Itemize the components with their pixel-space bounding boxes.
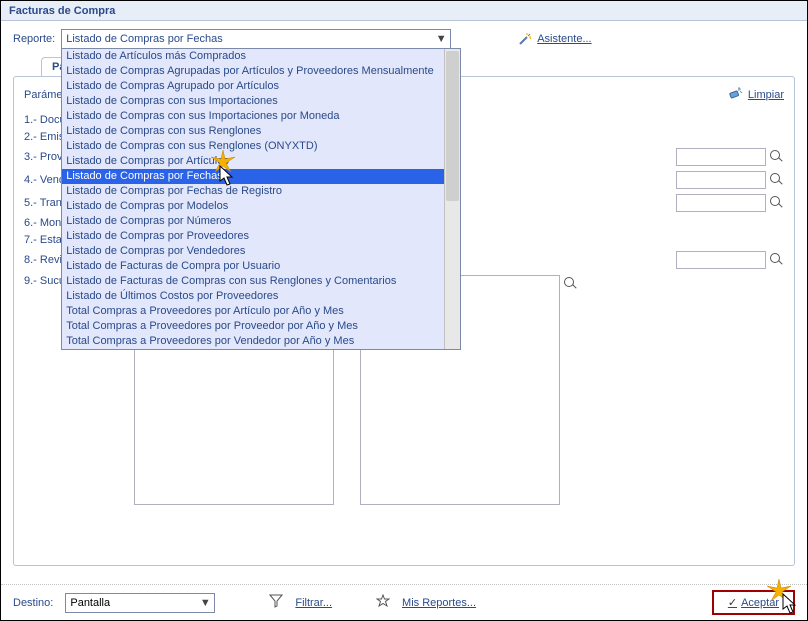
asistente-link[interactable]: Asistente... [537, 33, 591, 45]
dropdown-option[interactable]: Listado de Artículos más Comprados [62, 49, 444, 64]
bottom-toolbar: Destino: Pantalla ▼ Filtrar... Mis Repor… [1, 584, 807, 620]
funnel-icon [269, 594, 283, 611]
param-input-5[interactable] [676, 194, 766, 212]
dropdown-option[interactable]: Listado de Compras por Números [62, 214, 444, 229]
reporte-label: Reporte: [13, 33, 55, 45]
search-icon[interactable] [770, 173, 784, 187]
cursor-icon [219, 165, 237, 187]
param-input-8[interactable] [676, 251, 766, 269]
reporte-dropdown: Listado de Artículos más CompradosListad… [61, 48, 461, 350]
search-icon[interactable] [770, 196, 784, 210]
dropdown-option[interactable]: Listado de Facturas de Compra por Usuari… [62, 259, 444, 274]
cursor-icon [782, 593, 800, 615]
scrollbar[interactable] [444, 49, 460, 349]
dropdown-option[interactable]: Listado de Facturas de Compras con sus R… [62, 274, 444, 289]
filtrar-link[interactable]: Filtrar... [295, 597, 332, 609]
mis-reportes-link[interactable]: Mis Reportes... [402, 597, 476, 609]
dropdown-option[interactable]: Listado de Compras con sus Renglones (ON… [62, 139, 444, 154]
window-title: Facturas de Compra [1, 1, 807, 21]
wizard-icon [517, 31, 533, 47]
dropdown-option[interactable]: Listado de Últimos Costos por Proveedore… [62, 289, 444, 304]
param-input-4[interactable] [676, 171, 766, 189]
dropdown-option[interactable]: Listado de Compras por Proveedores [62, 229, 444, 244]
destino-select[interactable]: Pantalla ▼ [65, 593, 215, 613]
params-header-label: Parámet [24, 89, 66, 101]
dropdown-option[interactable]: Listado de Compras Agrupado por Artículo… [62, 79, 444, 94]
reporte-selected-value: Listado de Compras por Fechas [66, 33, 223, 45]
search-icon[interactable] [770, 150, 784, 164]
dropdown-option[interactable]: Listado de Compras con sus Renglones [62, 124, 444, 139]
reporte-select[interactable]: Listado de Compras por Fechas ▼ Listado … [61, 29, 451, 49]
scrollbar-thumb[interactable] [446, 51, 459, 201]
chevron-down-icon: ▼ [198, 597, 212, 609]
search-icon[interactable] [770, 253, 784, 267]
destino-value: Pantalla [70, 597, 110, 609]
dropdown-option[interactable]: Listado de Compras por Modelos [62, 199, 444, 214]
limpiar-link[interactable]: Limpiar [748, 89, 784, 101]
dropdown-option[interactable]: Listado de Compras con sus Importaciones… [62, 109, 444, 124]
eraser-icon [728, 85, 744, 104]
chevron-down-icon: ▼ [434, 33, 448, 45]
check-icon: ✓ [728, 596, 737, 609]
dropdown-option[interactable]: Total Compras a Proveedores por Proveedo… [62, 319, 444, 334]
star-icon [376, 594, 390, 611]
dropdown-option[interactable]: Listado de Compras por Fechas [62, 169, 444, 184]
dropdown-option[interactable]: Total Compras a Proveedores por Artículo… [62, 304, 444, 319]
dropdown-option[interactable]: Listado de Compras por Artículos [62, 154, 444, 169]
dropdown-option[interactable]: Listado de Compras por Vendedores [62, 244, 444, 259]
dropdown-option[interactable]: Listado de Compras con sus Importaciones [62, 94, 444, 109]
param-input-3[interactable] [676, 148, 766, 166]
dropdown-option[interactable]: Total Compras a Proveedores por Vendedor… [62, 334, 444, 349]
destino-label: Destino: [13, 597, 53, 609]
search-icon[interactable] [564, 277, 578, 291]
dropdown-option[interactable]: Listado de Compras por Fechas de Registr… [62, 184, 444, 199]
dropdown-option[interactable]: Listado de Compras Agrupadas por Artícul… [62, 64, 444, 79]
